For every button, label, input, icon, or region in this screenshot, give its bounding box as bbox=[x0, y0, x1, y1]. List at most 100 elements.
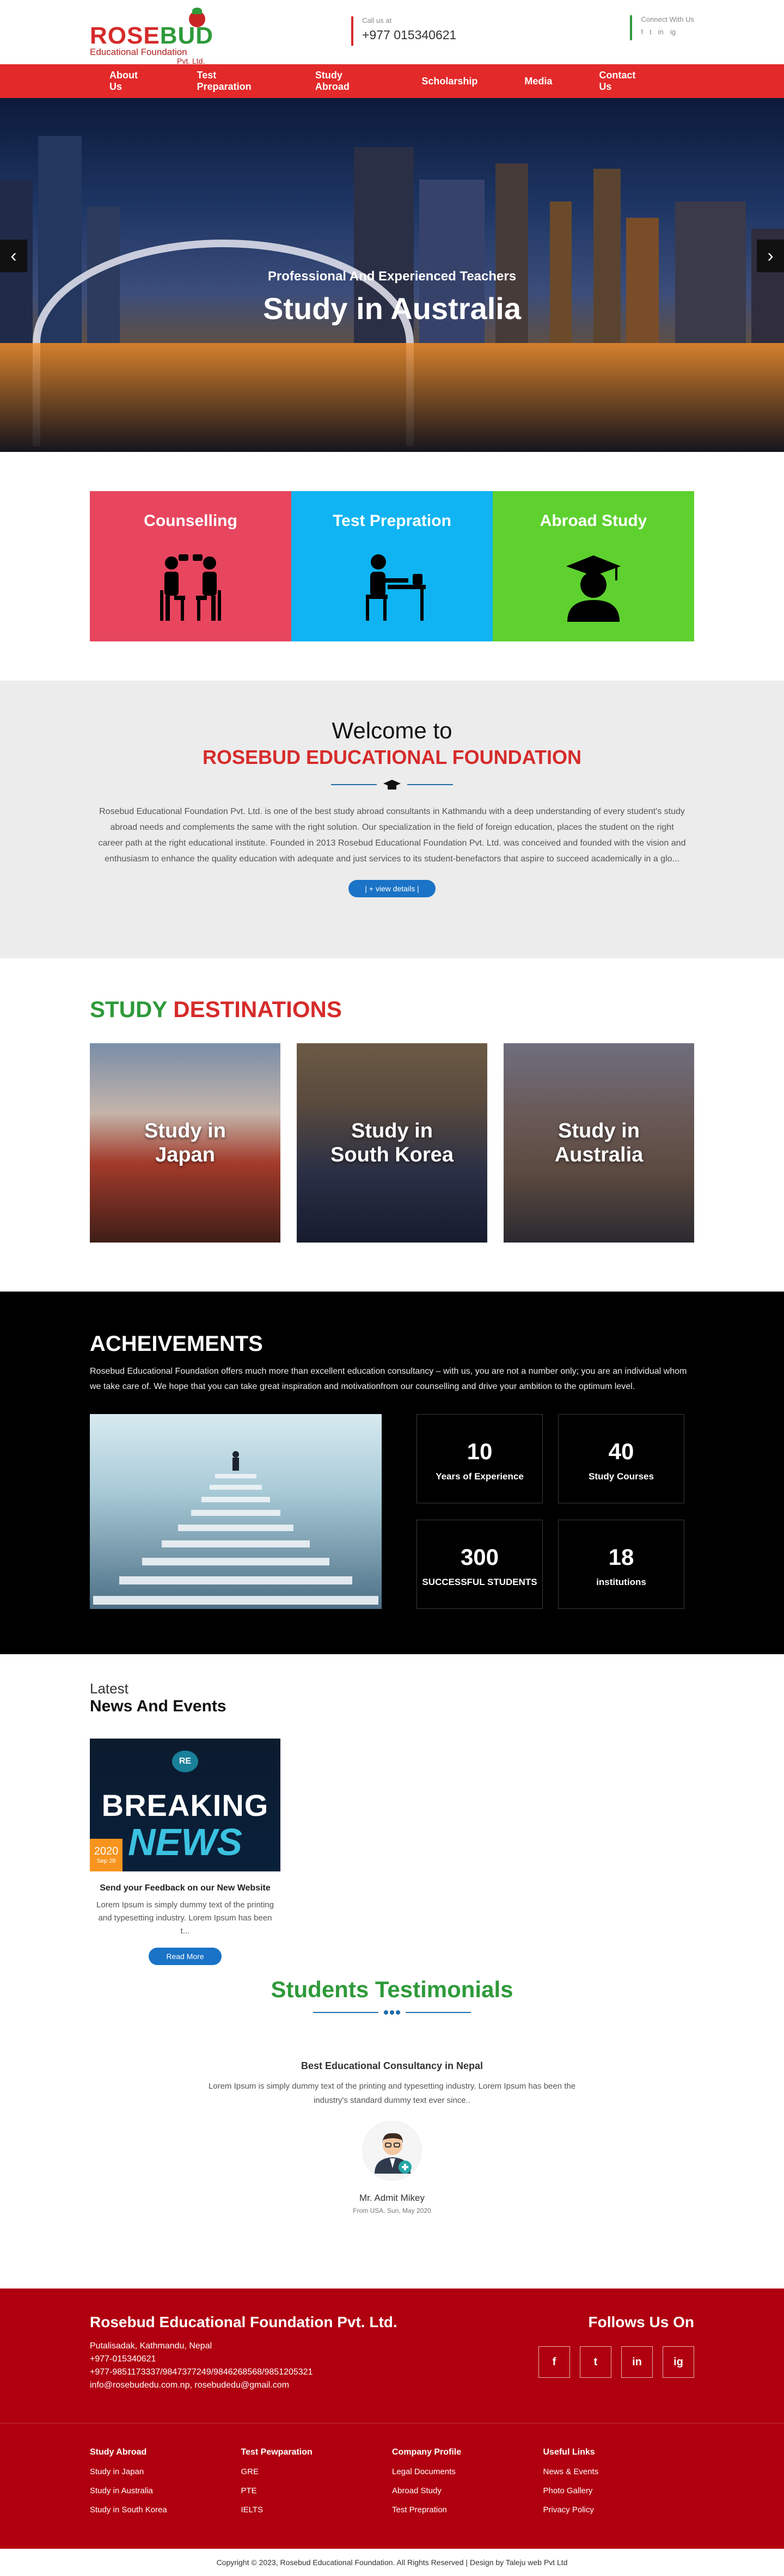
facebook-icon[interactable]: f bbox=[538, 2346, 570, 2378]
main-nav: About Us Test Preparation Study Abroad S… bbox=[0, 64, 784, 98]
news-breaking-text: BREAKING bbox=[101, 1788, 269, 1822]
stat-number: 10 bbox=[467, 1439, 493, 1464]
achievements-section: ACHEIVEMENTS Rosebud Educational Foundat… bbox=[0, 1292, 784, 1654]
nav-test-preparation[interactable]: Test Preparation bbox=[197, 70, 268, 93]
welcome-org-name: ROSEBUD EDUCATIONAL FOUNDATION bbox=[203, 746, 581, 768]
welcome-heading: Welcome to bbox=[332, 718, 452, 743]
destination-card-australia[interactable]: Study in Australia bbox=[504, 1043, 694, 1243]
footer-link[interactable]: Study in Australia bbox=[90, 2486, 241, 2495]
nav-media[interactable]: Media bbox=[524, 76, 552, 87]
footer-follow: Follows Us On f t in ig bbox=[538, 2314, 694, 2378]
stat-study-courses: 40 Study Courses bbox=[558, 1414, 684, 1503]
site-footer: Rosebud Educational Foundation Pvt. Ltd.… bbox=[0, 2289, 784, 2576]
counselling-icon bbox=[160, 554, 221, 621]
follow-heading: Follows Us On bbox=[588, 2314, 694, 2330]
testimonial-name: Mr. Admit Mikey bbox=[359, 2193, 425, 2203]
logo-rose: ROSE bbox=[90, 22, 160, 49]
service-title: Abroad Study bbox=[540, 512, 647, 530]
footer-link[interactable]: Study in Japan bbox=[90, 2467, 241, 2476]
call-info: Call us at +977 015340621 bbox=[351, 16, 456, 46]
news-title: News And Events bbox=[90, 1697, 226, 1715]
nav-study-abroad[interactable]: Study Abroad bbox=[315, 70, 375, 93]
service-counselling[interactable]: Counselling bbox=[90, 491, 291, 641]
site-logo[interactable]: ROSEBUD Educational Foundation Pvt. Ltd. bbox=[90, 8, 215, 65]
destination-card-south-korea[interactable]: Study in South Korea bbox=[297, 1043, 487, 1243]
destination-card-japan[interactable]: Study in Japan bbox=[90, 1043, 280, 1243]
stat-successful-students: 300 SUCCESSFUL STUDENTS bbox=[416, 1520, 543, 1609]
hero-slider: Professional And Experienced Teachers St… bbox=[0, 98, 784, 452]
welcome-section: Welcome to ROSEBUD EDUCATIONAL FOUNDATIO… bbox=[0, 681, 784, 958]
destination-line1: Study in bbox=[351, 1119, 433, 1142]
section-divider bbox=[185, 2010, 599, 2015]
header-phone[interactable]: +977 015340621 bbox=[362, 28, 456, 42]
instagram-icon[interactable]: ig bbox=[670, 28, 676, 36]
footer-col-useful-links: Useful Links News & Events Photo Gallery… bbox=[543, 2447, 695, 2514]
slider-next-button[interactable]: › bbox=[757, 240, 784, 272]
welcome-text: Rosebud Educational Foundation Pvt. Ltd.… bbox=[98, 807, 686, 864]
service-abroad-study[interactable]: Abroad Study bbox=[493, 491, 694, 641]
twitter-icon[interactable]: t bbox=[580, 2346, 611, 2378]
footer-col-study-abroad: Study Abroad Study in Japan Study in Aus… bbox=[90, 2447, 241, 2514]
nav-scholarship[interactable]: Scholarship bbox=[421, 76, 477, 87]
footer-link[interactable]: Abroad Study bbox=[392, 2486, 543, 2495]
footer-link[interactable]: GRE bbox=[241, 2467, 393, 2476]
footer-col-company-profile: Company Profile Legal Documents Abroad S… bbox=[392, 2447, 543, 2514]
facebook-icon[interactable]: f bbox=[641, 28, 643, 36]
stat-label: SUCCESSFUL STUDENTS bbox=[422, 1577, 537, 1587]
avatar bbox=[362, 2121, 422, 2181]
footer-link[interactable]: Study in South Korea bbox=[90, 2505, 241, 2514]
service-test-preparation[interactable]: Test Prepration bbox=[291, 491, 493, 641]
twitter-icon[interactable]: t bbox=[650, 28, 652, 36]
slider-prev-button[interactable]: ‹ bbox=[0, 240, 27, 272]
footer-link[interactable]: Photo Gallery bbox=[543, 2486, 695, 2495]
news-logo: RE bbox=[172, 1751, 198, 1772]
footer-link[interactable]: PTE bbox=[241, 2486, 393, 2495]
read-more-button[interactable]: Read More bbox=[149, 1948, 222, 1965]
stat-number: 300 bbox=[460, 1544, 499, 1570]
stat-number: 18 bbox=[608, 1544, 634, 1570]
footer-email[interactable]: info@rosebudedu.com.np, rosebudedu@gmail… bbox=[90, 2379, 694, 2392]
destination-line1: Study in bbox=[144, 1119, 226, 1142]
testimonial-from: From USA, Sun, May 2020 bbox=[353, 2207, 431, 2214]
footer-link[interactable]: Test Prepration bbox=[392, 2505, 543, 2514]
instagram-icon[interactable]: ig bbox=[663, 2346, 694, 2378]
footer-link[interactable]: Legal Documents bbox=[392, 2467, 543, 2476]
stat-years-experience: 10 Years of Experience bbox=[416, 1414, 543, 1503]
linkedin-icon[interactable]: in bbox=[658, 28, 664, 36]
logo-subtitle: Educational Foundation bbox=[90, 47, 187, 57]
news-date-badge: 2020 Sep 28 bbox=[90, 1839, 122, 1871]
destination-line1: Study in bbox=[558, 1119, 640, 1142]
testimonials-section: Students Testimonials Best Educational C… bbox=[0, 1977, 784, 2265]
footer-link[interactable]: Privacy Policy bbox=[543, 2505, 695, 2514]
call-label: Call us at bbox=[362, 16, 392, 25]
news-description: Lorem Ipsum is simply dummy text of the … bbox=[96, 1900, 274, 1936]
nav-about-us[interactable]: About Us bbox=[109, 70, 150, 93]
news-latest-label: Latest bbox=[90, 1680, 128, 1697]
testimonial-heading: Best Educational Consultancy in Nepal bbox=[301, 2060, 483, 2071]
footer-link[interactable]: News & Events bbox=[543, 2467, 695, 2476]
stat-number: 40 bbox=[608, 1439, 634, 1464]
footer-col-title: Study Abroad bbox=[90, 2447, 147, 2457]
linkedin-icon[interactable]: in bbox=[621, 2346, 653, 2378]
graduate-icon bbox=[566, 555, 621, 622]
hero-title: Study in Australia bbox=[262, 291, 521, 326]
service-title: Test Prepration bbox=[333, 512, 451, 530]
news-headline[interactable]: Send your Feedback on our New Website bbox=[90, 1883, 280, 1893]
stat-institutions: 18 institutions bbox=[558, 1520, 684, 1609]
nav-contact-us[interactable]: Contact Us bbox=[599, 70, 647, 93]
view-details-button[interactable]: | + view details | bbox=[348, 880, 436, 897]
stat-label: institutions bbox=[596, 1577, 646, 1587]
destination-line2: Japan bbox=[155, 1143, 215, 1166]
news-section: Latest News And Events RE BREAKING NEWS … bbox=[0, 1654, 784, 1977]
services-section: Counselling Test Prepration Abroad Study bbox=[0, 452, 784, 681]
connect-info: Connect With Us f t in ig bbox=[630, 15, 694, 40]
footer-link[interactable]: IELTS bbox=[241, 2505, 393, 2514]
footer-col-title: Test Pewparation bbox=[241, 2447, 313, 2457]
destinations-section: STUDY DESTINATIONS Study in Japan Study i… bbox=[0, 958, 784, 1292]
destinations-title: STUDY DESTINATIONS bbox=[90, 996, 342, 1022]
stat-label: Study Courses bbox=[589, 1471, 654, 1482]
achievements-title: ACHEIVEMENTS bbox=[90, 1332, 263, 1356]
news-item[interactable]: RE BREAKING NEWS 2020 Sep 28 Send your Fe… bbox=[90, 1739, 280, 1965]
study-desk-icon bbox=[366, 554, 426, 621]
news-image[interactable]: RE BREAKING NEWS 2020 Sep 28 bbox=[90, 1739, 280, 1871]
